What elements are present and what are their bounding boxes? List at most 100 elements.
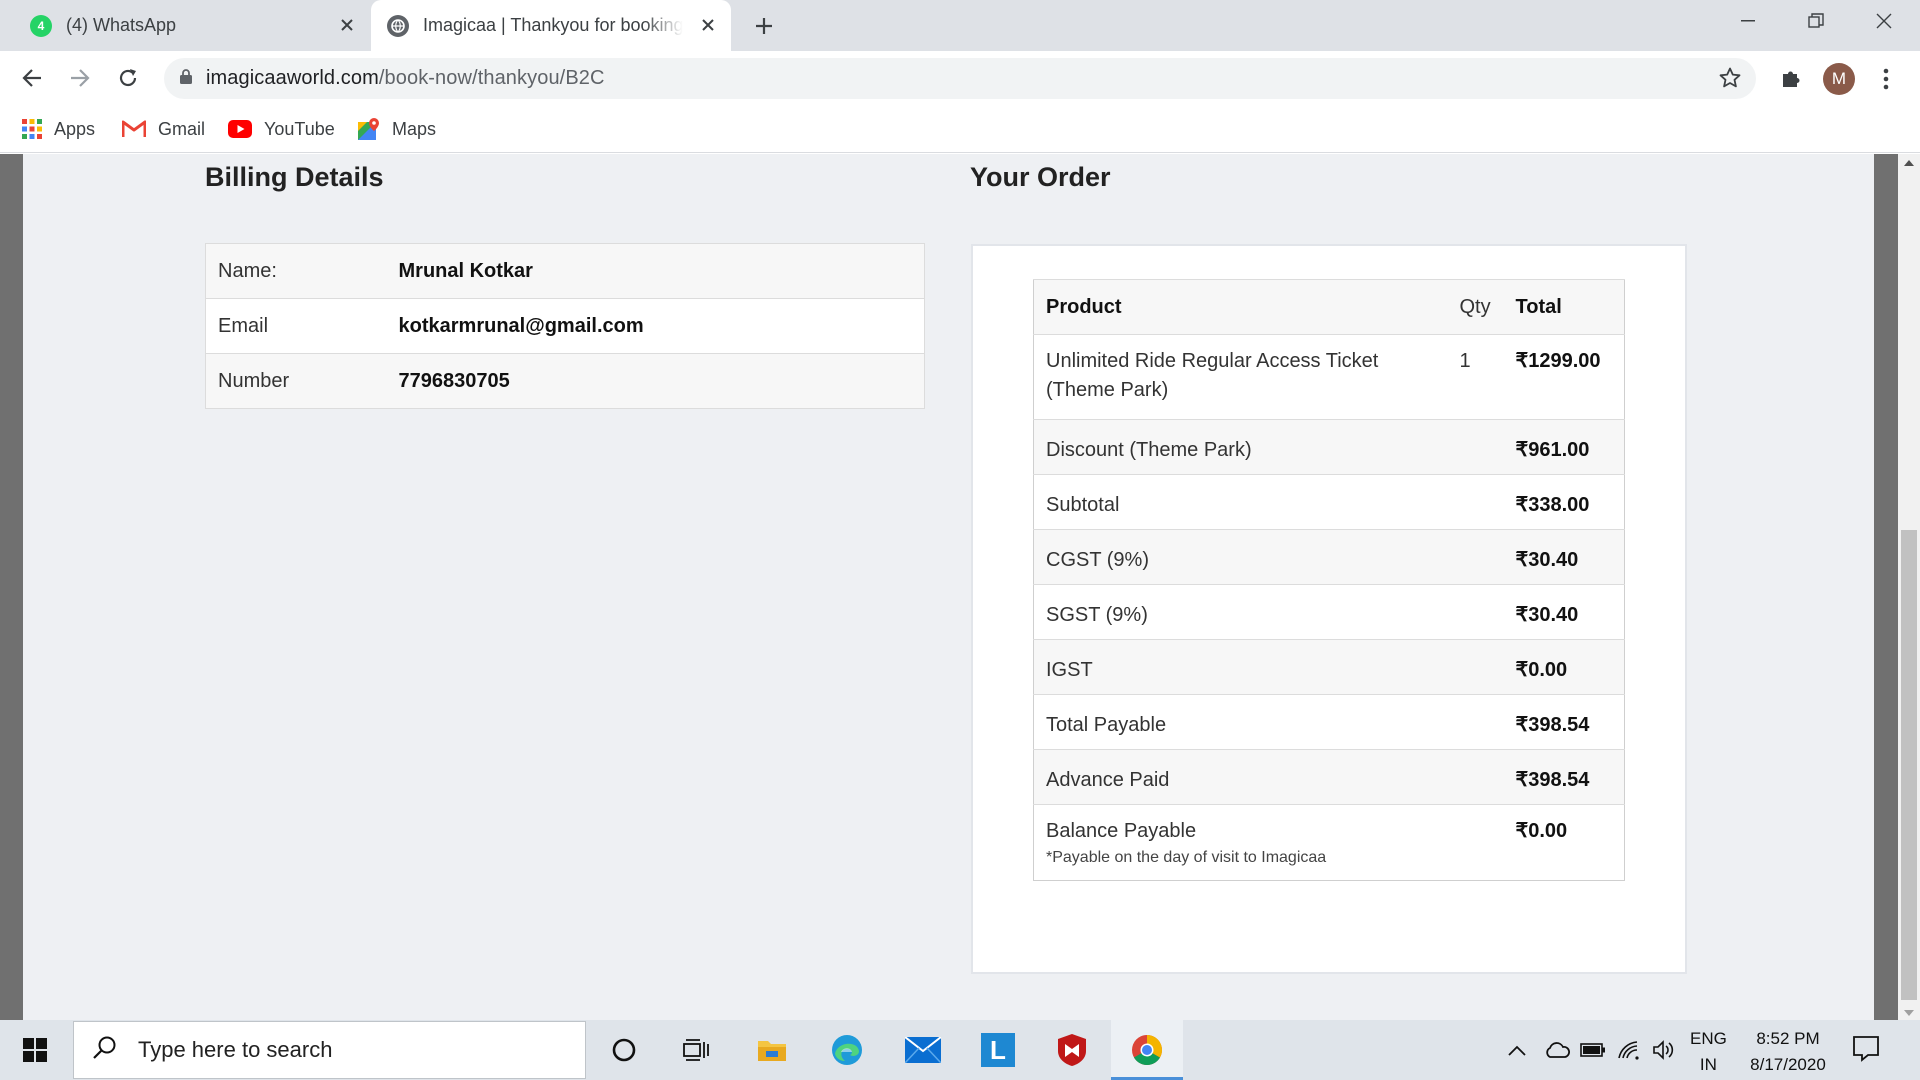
browser-toolbar: imagicaaworld.com/book-now/thankyou/B2C … [0, 51, 1920, 106]
page-gutter-left [0, 154, 23, 1020]
order-table: Product Qty Total Unlimited Ride Regular… [1033, 279, 1625, 881]
lock-icon [180, 68, 192, 89]
billing-table: Name: Mrunal Kotkar Email kotkarmrunal@g… [205, 243, 925, 409]
order-item-amount: ₹398.54 [1503, 749, 1625, 805]
onedrive-cloud-icon[interactable] [1544, 1038, 1570, 1062]
close-icon[interactable] [695, 12, 721, 38]
order-item-amount: ₹0.00 [1503, 804, 1625, 881]
file-explorer-icon[interactable] [736, 1020, 808, 1080]
table-row: Email kotkarmrunal@gmail.com [205, 298, 925, 354]
order-item-qty [1453, 694, 1504, 750]
search-icon [92, 1034, 118, 1066]
launcher-app-icon[interactable]: L [962, 1020, 1034, 1080]
notification-center-icon[interactable] [1852, 1034, 1880, 1067]
scrollbar-thumb[interactable] [1901, 530, 1917, 1000]
billing-name-value: Mrunal Kotkar [398, 243, 925, 299]
order-item-label: Unlimited Ride Regular Access Ticket (Th… [1033, 334, 1454, 420]
bookmark-star-icon[interactable] [1718, 66, 1742, 95]
order-item-qty [1453, 639, 1504, 695]
address-bar[interactable]: imagicaaworld.com/book-now/thankyou/B2C [164, 58, 1756, 99]
globe-icon [387, 14, 409, 37]
maps-icon [358, 118, 379, 140]
order-item-amount: ₹30.40 [1503, 529, 1625, 585]
close-icon[interactable] [334, 12, 360, 38]
table-row: Balance Payable *Payable on the day of v… [1033, 804, 1625, 881]
table-row: Total Payable ₹398.54 [1033, 694, 1625, 750]
order-item-amount: ₹30.40 [1503, 584, 1625, 640]
kebab-menu-icon[interactable] [1872, 61, 1900, 97]
order-item-qty [1453, 804, 1504, 881]
gmail-icon [122, 120, 146, 137]
close-window-icon[interactable] [1850, 0, 1918, 42]
volume-icon[interactable] [1652, 1038, 1676, 1062]
billing-number-value: 7796830705 [398, 353, 925, 409]
order-item-amount: ₹0.00 [1503, 639, 1625, 695]
table-row: Advance Paid ₹398.54 [1033, 749, 1625, 805]
billing-email-value: kotkarmrunal@gmail.com [398, 298, 925, 354]
profile-avatar[interactable]: M [1823, 63, 1855, 95]
windows-start-icon[interactable] [0, 1020, 70, 1080]
tab-imagicaa[interactable]: Imagicaa | Thankyou for booking [371, 0, 731, 51]
table-row: SGST (9%) ₹30.40 [1033, 584, 1625, 640]
order-item-label: Advance Paid [1033, 749, 1454, 805]
taskbar-clock[interactable]: 8:52 PM 8/17/2020 [1740, 1026, 1836, 1078]
page-viewport: Billing Details Name: Mrunal Kotkar Emai… [0, 154, 1898, 1020]
header-product: Product [1033, 279, 1454, 335]
scroll-up-arrow-icon[interactable] [1904, 160, 1914, 166]
order-item-amount: ₹398.54 [1503, 694, 1625, 750]
clock-time: 8:52 PM [1756, 1029, 1820, 1048]
scroll-down-arrow-icon[interactable] [1904, 1010, 1914, 1016]
mcafee-shield-icon[interactable] [1036, 1020, 1108, 1080]
thankyou-page: Billing Details Name: Mrunal Kotkar Emai… [23, 154, 1874, 1020]
bookmark-label: Maps [392, 118, 437, 139]
url-host: imagicaaworld.com [206, 67, 379, 89]
forward-icon[interactable] [62, 60, 98, 96]
minimize-icon[interactable] [1714, 0, 1782, 42]
tab-title: Imagicaa | Thankyou for booking [423, 15, 683, 35]
reload-icon[interactable] [110, 60, 146, 96]
vertical-scrollbar[interactable] [1898, 154, 1920, 1020]
table-row: Discount (Theme Park) ₹961.00 [1033, 419, 1625, 475]
table-row: Unlimited Ride Regular Access Ticket (Th… [1033, 334, 1625, 420]
edge-browser-icon[interactable] [811, 1020, 883, 1080]
bookmark-maps[interactable]: Maps [358, 116, 436, 142]
bookmark-apps[interactable]: Apps [22, 116, 95, 142]
order-item-label: SGST (9%) [1033, 584, 1454, 640]
taskbar-search-input[interactable]: Type here to search [73, 1021, 586, 1079]
back-icon[interactable] [14, 60, 50, 96]
order-item-label: Discount (Theme Park) [1033, 419, 1454, 475]
order-item-label: CGST (9%) [1033, 529, 1454, 585]
order-item-amount: ₹338.00 [1503, 474, 1625, 530]
restore-icon[interactable] [1782, 0, 1850, 42]
wifi-icon[interactable] [1617, 1038, 1641, 1062]
billing-title: Billing Details [205, 162, 384, 192]
table-row: IGST ₹0.00 [1033, 639, 1625, 695]
whatsapp-badge: 4 [37, 18, 45, 33]
task-view-icon[interactable] [660, 1020, 732, 1080]
order-item-qty: 1 [1453, 334, 1504, 420]
chrome-taskbar-icon[interactable] [1111, 1020, 1183, 1080]
extensions-puzzle-icon[interactable] [1773, 61, 1809, 97]
whatsapp-icon: 4 [30, 14, 52, 37]
mail-icon[interactable] [887, 1020, 959, 1080]
table-row: Subtotal ₹338.00 [1033, 474, 1625, 530]
bookmark-label: Gmail [158, 118, 206, 139]
billing-number-label: Number [205, 353, 399, 409]
clock-date: 8/17/2020 [1750, 1055, 1826, 1074]
cortana-circle-icon[interactable] [588, 1020, 660, 1080]
table-row: CGST (9%) ₹30.40 [1033, 529, 1625, 585]
input-language[interactable]: ENG IN [1690, 1026, 1727, 1078]
battery-icon[interactable] [1580, 1038, 1606, 1062]
tab-strip: 4 (4) WhatsApp Imagicaa | Thankyou for b… [0, 0, 1920, 51]
order-item-amount: ₹1299.00 [1503, 334, 1625, 420]
language-code: ENG [1690, 1029, 1727, 1048]
order-title: Your Order [970, 162, 1111, 192]
bookmark-gmail[interactable]: Gmail [122, 116, 205, 142]
search-placeholder: Type here to search [138, 1037, 333, 1062]
chevron-up-icon[interactable] [1508, 1038, 1526, 1062]
order-item-qty [1453, 749, 1504, 805]
bookmark-youtube[interactable]: YouTube [228, 116, 335, 142]
tab-whatsapp[interactable]: 4 (4) WhatsApp [14, 0, 370, 51]
new-tab-button[interactable] [748, 10, 780, 42]
order-item-label: Subtotal [1033, 474, 1454, 530]
